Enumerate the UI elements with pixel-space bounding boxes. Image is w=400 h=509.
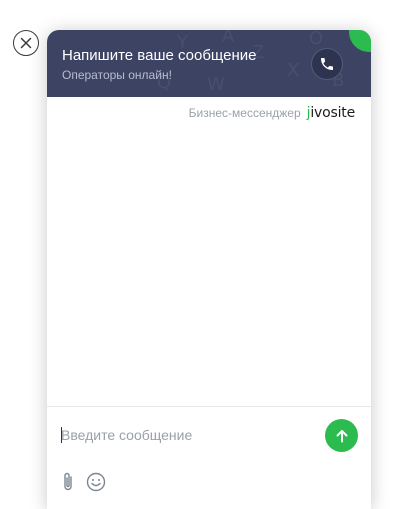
close-icon	[20, 37, 32, 49]
phone-icon	[321, 58, 333, 70]
text-caret	[61, 427, 62, 443]
online-indicator	[349, 30, 371, 52]
header-title: Напишите ваше сообщение	[62, 47, 257, 64]
arrow-up-icon	[336, 429, 347, 442]
attach-button[interactable]	[59, 471, 77, 493]
logo-text: ivosite	[310, 105, 355, 121]
send-button[interactable]	[325, 419, 358, 452]
paperclip-icon	[64, 472, 72, 491]
close-button[interactable]	[13, 30, 39, 56]
chat-widget-page: Y A Z X O B W Q Напишите ваше сообщение …	[0, 0, 400, 509]
message-input[interactable]	[61, 421, 301, 449]
branding-label: Бизнес-мессенджер	[188, 106, 301, 120]
chat-window: Y A Z X O B W Q Напишите ваше сообщение …	[47, 30, 371, 509]
jivosite-logo: jivosite	[307, 105, 356, 121]
smiley-icon	[86, 472, 106, 492]
header-subtitle: Операторы онлайн!	[62, 68, 172, 82]
chat-header: Y A Z X O B W Q Напишите ваше сообщение …	[47, 30, 371, 97]
message-area[interactable]	[47, 128, 371, 407]
emoji-button[interactable]	[85, 471, 107, 493]
branding[interactable]: Бизнес-мессенджер jivosite	[188, 105, 356, 121]
composer	[47, 406, 371, 509]
call-button[interactable]	[311, 48, 343, 80]
